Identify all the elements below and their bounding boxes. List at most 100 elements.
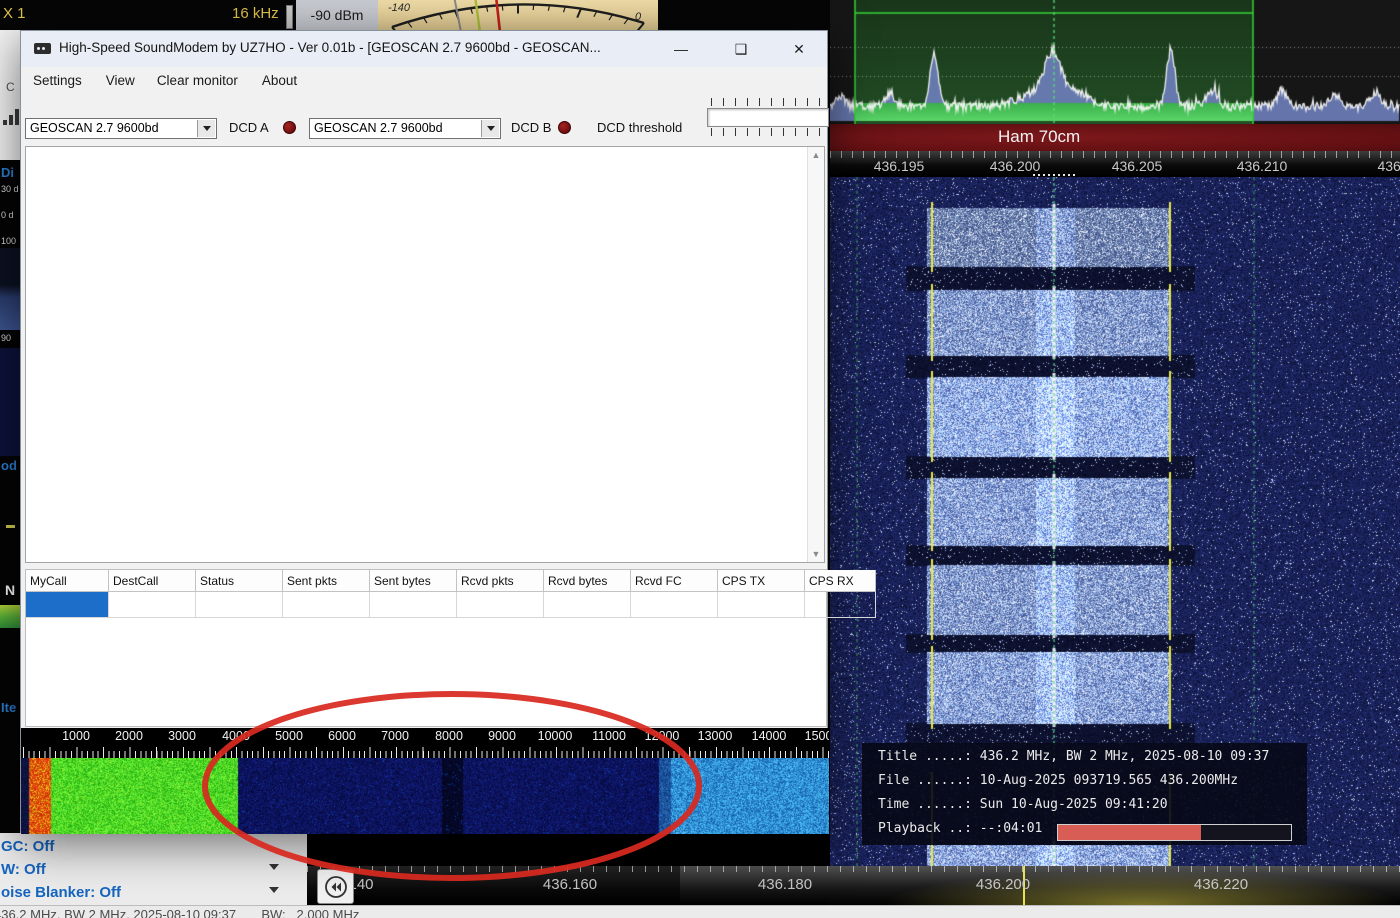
vfo-bandwidth-dots: [1033, 174, 1077, 176]
rewind-button[interactable]: [317, 869, 354, 904]
info-line: File ......: 10-Aug-2025 093719.565 436.…: [878, 773, 1238, 788]
minimize-button[interactable]: —: [659, 31, 703, 67]
column-header[interactable]: Rcvd FC: [631, 570, 718, 592]
threshold-ticks: [711, 98, 827, 106]
panel-item-label: GC: Off: [1, 838, 54, 855]
scale-label: 12000: [645, 729, 680, 743]
modem-a-select[interactable]: GEOSCAN 2.7 9600bd: [25, 118, 217, 139]
table-cell[interactable]: [544, 592, 631, 618]
table-cell[interactable]: [109, 592, 196, 618]
scale-label: 10000: [538, 729, 573, 743]
db-axis-label: 90: [1, 333, 11, 343]
sdr-top-bar: X 1 16 kHz -90 dBm -140 0: [0, 0, 830, 30]
toolbar: GEOSCAN 2.7 9600bd DCD A GEOSCAN 2.7 960…: [21, 94, 827, 146]
column-header[interactable]: Sent pkts: [283, 570, 370, 592]
dcd-threshold-label: DCD threshold: [597, 120, 682, 135]
table-cell[interactable]: [283, 592, 370, 618]
panel-fragment: [0, 30, 20, 160]
scale-label: 436.2: [1377, 158, 1400, 174]
dropdown-arrow-icon[interactable]: [481, 120, 499, 137]
scale-label: 436.200: [976, 876, 1030, 893]
meter-max-label: 0: [635, 11, 641, 23]
table-cell[interactable]: [370, 592, 457, 618]
scale-label: 436.195: [874, 158, 925, 174]
column-header[interactable]: Rcvd bytes: [544, 570, 631, 592]
scale-label: 3000: [168, 729, 196, 743]
playback-label: Playback ..: --:04:01: [878, 821, 1042, 836]
modem-waterfall-display[interactable]: [21, 758, 829, 834]
panel-item[interactable]: GC: Off: [0, 835, 307, 859]
close-button[interactable]: ✕: [777, 31, 821, 67]
column-header[interactable]: DestCall: [109, 570, 196, 592]
sdr-settings-panel: GC: Off W: Off oise Blanker: Off: [0, 833, 307, 905]
zoom-slider-handle[interactable]: [286, 5, 293, 29]
scale-label: 436.160: [543, 876, 597, 893]
dcd-a-lamp-icon: [283, 121, 296, 134]
table-cell[interactable]: [26, 592, 109, 618]
db-axis-label: 100: [1, 236, 16, 246]
monitor-scrollbar[interactable]: ▲ ▼: [807, 147, 824, 562]
chevron-down-icon[interactable]: [269, 864, 279, 870]
scale-label: 436.210: [1237, 158, 1288, 174]
dcd-a-label: DCD A: [229, 120, 269, 135]
column-header[interactable]: Status: [196, 570, 283, 592]
recording-info-overlay: Title .....: 436.2 MHz, BW 2 MHz, 2025-0…: [862, 743, 1307, 845]
scale-label: 5000: [275, 729, 303, 743]
scale-label: 9000: [488, 729, 516, 743]
dropdown-arrow-icon[interactable]: [197, 120, 215, 137]
playback-progress-bar[interactable]: [1057, 824, 1292, 841]
panel-item-label: W: Off: [1, 861, 46, 878]
table-cell[interactable]: [631, 592, 718, 618]
rewind-icon: [324, 875, 348, 899]
column-header[interactable]: Rcvd pkts: [457, 570, 544, 592]
scale-ticks: [830, 151, 1400, 158]
column-header[interactable]: CPS RX: [805, 570, 876, 592]
signal-bars-icon: [9, 115, 13, 125]
monitor-area[interactable]: ▲ ▼: [25, 146, 825, 563]
mini-waterfall-fragment: [0, 348, 20, 456]
mini-spectrum-fragment: [0, 248, 20, 330]
info-line: Title .....: 436.2 MHz, BW 2 MHz, 2025-0…: [878, 749, 1269, 764]
table-cell[interactable]: [196, 592, 283, 618]
table-cell[interactable]: [718, 592, 805, 618]
menu-item-about[interactable]: About: [262, 73, 297, 88]
scale-ticks: [307, 866, 1400, 872]
panel-text-fragment: od: [1, 458, 17, 473]
modem-b-select[interactable]: GEOSCAN 2.7 9600bd: [309, 118, 501, 139]
panel-item[interactable]: W: Off: [0, 858, 307, 882]
band-label: Ham 70cm: [998, 127, 1080, 147]
table-cell[interactable]: [457, 592, 544, 618]
scale-label: 436.220: [1194, 876, 1248, 893]
scroll-down-icon[interactable]: ▼: [808, 546, 824, 562]
table-cell[interactable]: [805, 592, 876, 618]
dcd-threshold-slider[interactable]: [707, 108, 829, 127]
modem-spectrum-scale: 1000200030004000500060007000800090001000…: [21, 728, 829, 758]
sdr-spectrum-display[interactable]: [830, 0, 1400, 124]
menu-item-clear-monitor[interactable]: Clear monitor: [157, 73, 238, 88]
rx-label: X 1: [3, 5, 26, 22]
scale-label: 436.200: [990, 158, 1041, 174]
titlebar[interactable]: High-Speed SoundModem by UZ7HO - Ver 0.0…: [21, 31, 827, 67]
screen: X 1 16 kHz -90 dBm -140 0 C Di 30 d 0 d …: [0, 0, 1400, 918]
scroll-up-icon[interactable]: ▲: [808, 147, 824, 163]
menu-item-view[interactable]: View: [106, 73, 135, 88]
column-header[interactable]: MyCall: [26, 570, 109, 592]
scale-ticks: [23, 747, 829, 758]
sdr-status-bar: 436.2 MHz, BW 2 MHz, 2025-08-10 09:37 BW…: [0, 905, 1400, 918]
column-header[interactable]: CPS TX: [718, 570, 805, 592]
sdr-frequency-scale[interactable]: 436.195436.200436.205436.210436.2: [830, 151, 1400, 177]
db-axis-label: 30 d: [1, 184, 19, 194]
sdr-bottom-frequency-scale[interactable]: 140436.160436.180436.200436.220: [307, 866, 1400, 905]
maximize-button[interactable]: ❑: [719, 31, 763, 67]
menu-item-settings[interactable]: Settings: [33, 73, 82, 88]
panel-text-fragment: Di: [1, 165, 14, 180]
column-header[interactable]: Sent bytes: [370, 570, 457, 592]
playback-progress-fill: [1058, 825, 1201, 840]
panel-item[interactable]: oise Blanker: Off: [0, 881, 307, 905]
signal-bars-icon: [15, 109, 19, 125]
chevron-down-icon[interactable]: [269, 887, 279, 893]
menubar: Settings View Clear monitor About: [21, 67, 827, 94]
scale-label: 4000: [222, 729, 250, 743]
dcd-b-lamp-icon: [558, 121, 571, 134]
scale-label: 1000: [62, 729, 90, 743]
